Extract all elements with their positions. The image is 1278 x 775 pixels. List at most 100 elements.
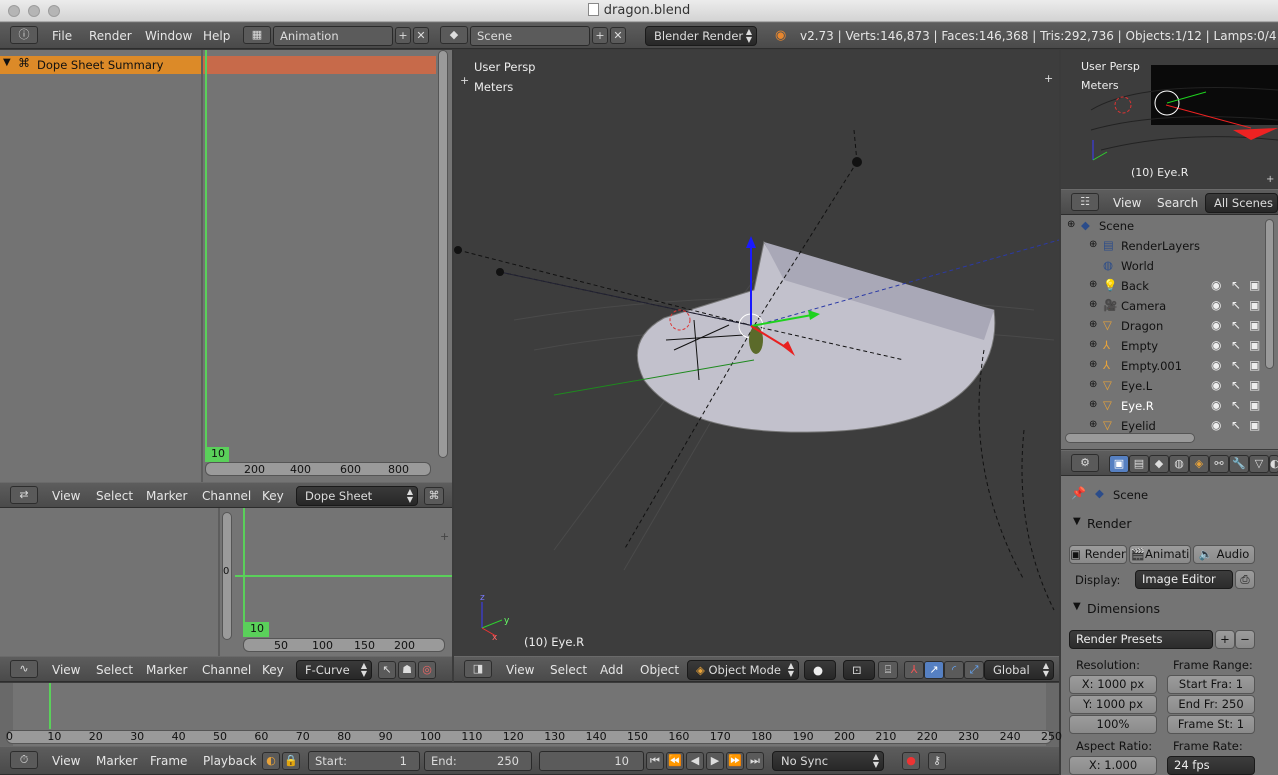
remove-preset-icon[interactable]: −	[1235, 630, 1255, 649]
expand-icon[interactable]: ⊕	[1089, 379, 1097, 390]
render-presets-dropdown[interactable]: Render Presets	[1069, 630, 1213, 649]
add-preset-icon[interactable]: +	[1215, 630, 1235, 649]
menu-marker[interactable]: Marker	[96, 754, 137, 768]
menu-playback[interactable]: Playback	[203, 754, 257, 768]
menu-channel[interactable]: Channel	[202, 663, 251, 677]
eye-icon[interactable]: ◉	[1211, 358, 1221, 372]
expand-icon[interactable]: ⊕	[1089, 399, 1097, 410]
dopesheet-hscroll[interactable]: 200 400 600 800	[205, 462, 431, 476]
add-region-icon[interactable]: +	[440, 530, 449, 543]
info-editor-type-icon[interactable]: ⓘ	[10, 26, 38, 44]
lamp-icon[interactable]	[852, 157, 862, 167]
constraints-context-icon[interactable]: ⚯	[1209, 455, 1229, 473]
menu-select[interactable]: Select	[96, 663, 133, 677]
outliner-item[interactable]: ⊕ 💡 Back ◉ ↖ ▣	[1061, 277, 1261, 297]
display-dropdown[interactable]: Image Editor	[1135, 570, 1233, 589]
outliner-item[interactable]: ⊕ ◆ Scene	[1061, 217, 1261, 237]
outliner-item[interactable]: ⊕ 🎥 Camera ◉ ↖ ▣	[1061, 297, 1261, 317]
eye-icon[interactable]: ◉	[1211, 338, 1221, 352]
disclosure-triangle-icon[interactable]: ▼	[3, 57, 11, 68]
lamp-icon[interactable]	[496, 268, 504, 276]
properties-toggle-icon[interactable]: +	[1044, 72, 1053, 85]
pivot-dropdown[interactable]: ⊡	[843, 660, 875, 680]
frame-start-field[interactable]: Start Fra: 1	[1167, 675, 1255, 694]
manipulator-icon[interactable]: ⅄	[904, 661, 924, 679]
keying-icon[interactable]: ⚷	[928, 752, 946, 770]
screen-layout-icon[interactable]: ▦	[243, 26, 271, 44]
3d-viewport[interactable]: z yx + + User Persp Meters (10) Eye.R	[454, 50, 1059, 656]
camera-render-icon[interactable]: ▣	[1249, 278, 1260, 292]
dopesheet-summary-channel[interactable]: ▼ ⌘ Dope Sheet Summary	[0, 56, 201, 74]
render-audio-button[interactable]: 🔈 Audio	[1193, 545, 1255, 564]
outliner-editor-type-icon[interactable]: ☷	[1071, 193, 1099, 211]
camera-render-icon[interactable]: ▣	[1249, 318, 1260, 332]
cursor-icon[interactable]: ↖	[1231, 398, 1241, 412]
graph-hscroll[interactable]: 50 100 150 200	[243, 638, 445, 652]
cursor-icon[interactable]: ↖	[1231, 318, 1241, 332]
dopesheet-mode-dropdown[interactable]: Dope Sheet ▲ ▼	[296, 486, 418, 506]
camera-render-icon[interactable]: ▣	[1249, 298, 1260, 312]
record-icon[interactable]: ●	[902, 752, 920, 770]
eye-icon[interactable]: ◉	[1211, 378, 1221, 392]
cursor-icon[interactable]: ↖	[1231, 278, 1241, 292]
expand-icon[interactable]: ⊕	[1089, 419, 1097, 430]
menu-channel[interactable]: Channel	[202, 489, 251, 503]
cursor-icon[interactable]: ↖	[1231, 358, 1241, 372]
menu-marker[interactable]: Marker	[146, 663, 187, 677]
sync-mode-dropdown[interactable]: No Sync ▲ ▼	[772, 751, 884, 771]
data-context-icon[interactable]: ▽	[1249, 455, 1269, 473]
camera-render-icon[interactable]: ▣	[1249, 358, 1260, 372]
cursor-icon[interactable]: ↖	[1231, 338, 1241, 352]
camera-viewport[interactable]: User Persp Meters (10) Eye.R +	[1061, 50, 1278, 188]
scale-icon[interactable]: ⤢	[964, 661, 984, 679]
ghost-icon[interactable]: ☗	[398, 661, 416, 679]
eye-icon[interactable]: ◉	[1211, 318, 1221, 332]
menu-search[interactable]: Search	[1157, 196, 1198, 210]
outliner-item[interactable]: ⊕ ⅄ Empty ◉ ↖ ▣	[1061, 337, 1261, 357]
frame-step-field[interactable]: Frame St: 1	[1167, 715, 1255, 734]
eye-icon[interactable]: ◉	[1211, 398, 1221, 412]
menu-window[interactable]: Window	[145, 29, 192, 43]
timeline-editor-type-icon[interactable]: ⏱	[10, 751, 38, 769]
prev-keyframe-icon[interactable]: ⏪	[666, 752, 684, 770]
object-context-icon[interactable]: ◈	[1189, 455, 1209, 473]
eye-icon[interactable]: ◉	[1211, 278, 1221, 292]
menu-object[interactable]: Object	[640, 663, 679, 677]
camera-render-icon[interactable]: ▣	[1249, 378, 1260, 392]
menu-view[interactable]: View	[52, 663, 80, 677]
menu-view[interactable]: View	[52, 754, 80, 768]
camera-render-icon[interactable]: ▣	[1249, 338, 1260, 352]
remove-layout-icon[interactable]: ✕	[413, 27, 429, 44]
outliner-item[interactable]: ⊕ ▽ Eye.R ◉ ↖ ▣	[1061, 397, 1261, 417]
aspect-x-field[interactable]: X: 1.000	[1069, 756, 1157, 775]
expand-icon[interactable]: ⊕	[1089, 359, 1097, 370]
outliner-item[interactable]: ◍ World	[1061, 257, 1261, 277]
expand-icon[interactable]: ⊕	[1089, 279, 1097, 290]
world-context-icon[interactable]: ◍	[1169, 455, 1189, 473]
timeline-current-frame[interactable]	[49, 683, 51, 729]
outliner-filter-dropdown[interactable]: All Scenes	[1205, 193, 1278, 213]
eye-icon[interactable]: ◉	[1211, 298, 1221, 312]
z-gizmo-arrow[interactable]	[746, 236, 756, 248]
play-reverse-icon[interactable]: ◀	[686, 752, 704, 770]
modifiers-context-icon[interactable]: 🔧	[1229, 455, 1249, 473]
remove-scene-icon[interactable]: ✕	[610, 27, 626, 44]
lamp-icon[interactable]	[454, 246, 462, 254]
panel-collapse-icon[interactable]: ▼	[1073, 516, 1081, 527]
transform-orientation-dropdown[interactable]: Global ▲ ▼	[984, 660, 1054, 680]
dopesheet-vscroll[interactable]	[438, 50, 448, 458]
outliner-vscroll[interactable]	[1265, 219, 1274, 369]
expand-icon[interactable]: ⊕	[1089, 339, 1097, 350]
timeline-editor[interactable]: 0 10 20 30 40 50 60 70 80 90 100 110 120 130 140 150 160…	[0, 683, 1062, 746]
end-frame-field[interactable]: End: 250	[424, 751, 532, 771]
summary-filter-icon[interactable]: ⌘	[424, 487, 444, 505]
material-context-icon[interactable]: ◐	[1269, 455, 1278, 473]
scene-context-icon[interactable]: ◆	[1149, 455, 1169, 473]
play-icon[interactable]: ▶	[706, 752, 724, 770]
next-keyframe-icon[interactable]: ⏩	[726, 752, 744, 770]
expand-icon[interactable]: ⊕	[1089, 299, 1097, 310]
outliner-item[interactable]: ⊕ ▤ RenderLayers	[1061, 237, 1261, 257]
menu-help[interactable]: Help	[203, 29, 230, 43]
object-mode-dropdown[interactable]: ◈ Object Mode ▲ ▼	[687, 660, 799, 680]
add-layout-icon[interactable]: +	[395, 27, 411, 44]
